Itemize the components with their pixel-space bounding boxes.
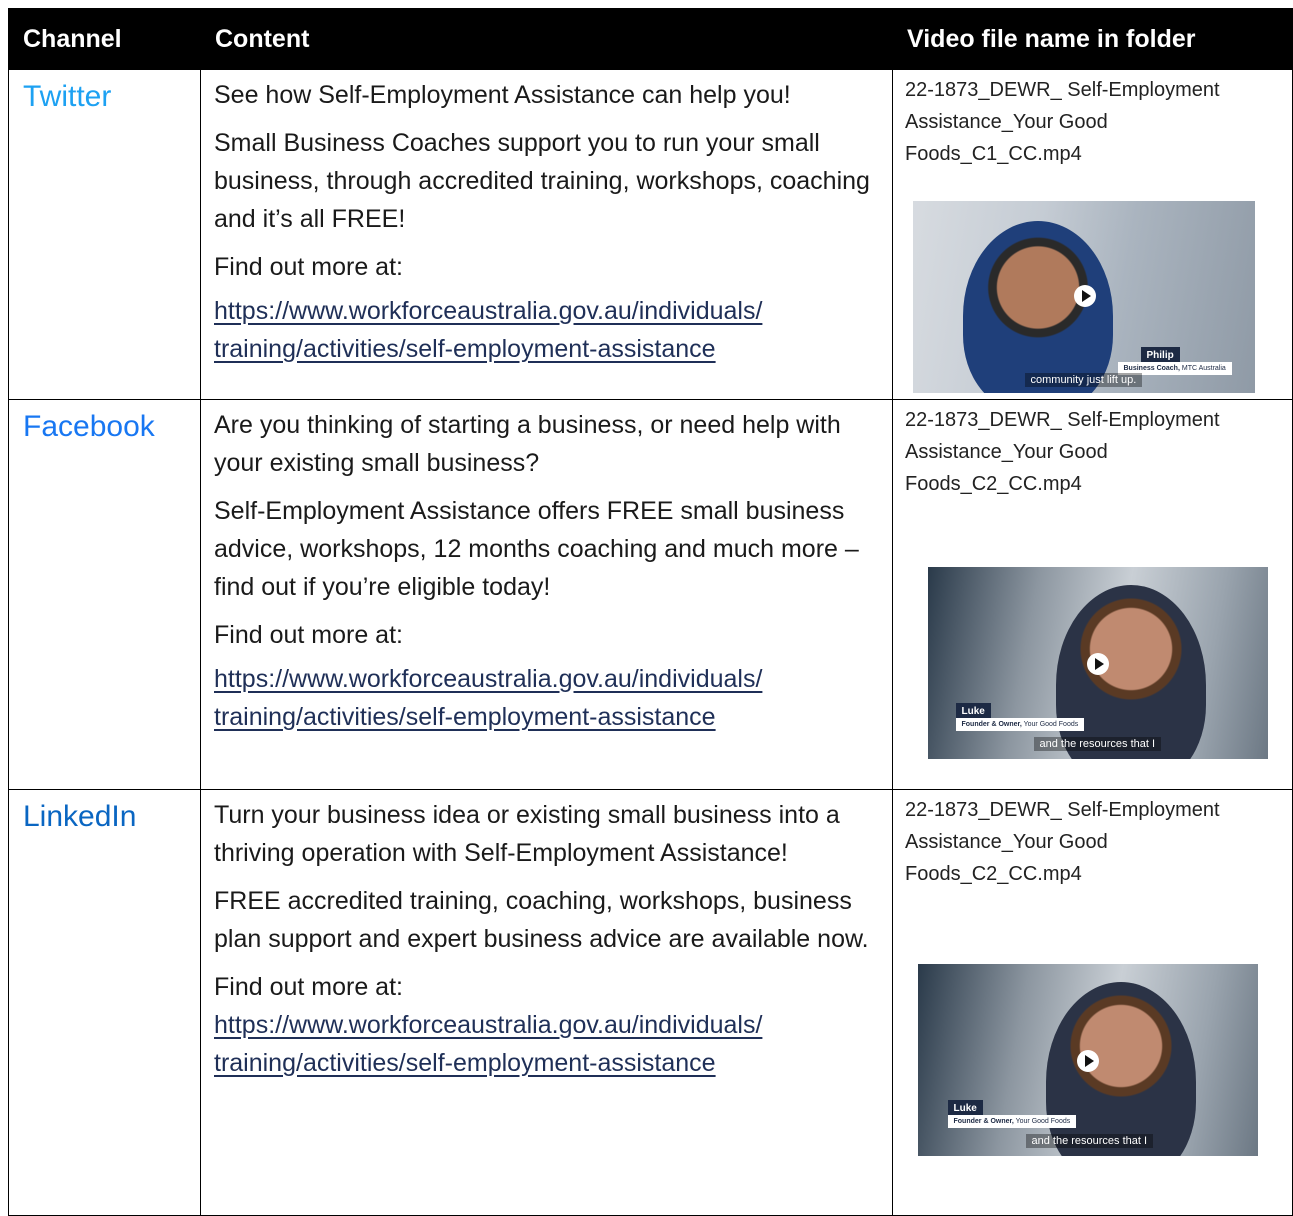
video-thumbnail[interactable]: Luke Founder & Owner, Your Good Foods an… [917, 963, 1258, 1156]
speaker-role-bold: Founder & Owner, [961, 720, 1022, 728]
video-thumbnail[interactable]: Luke Founder & Owner, Your Good Foods an… [927, 566, 1268, 759]
play-icon[interactable] [1073, 284, 1096, 307]
content-cell: See how Self-Employment Assistance can h… [200, 69, 893, 400]
channel-cell: Facebook [8, 399, 201, 790]
file-cell: 22-1873_DEWR_ Self-Employment Assistance… [892, 69, 1293, 400]
info-link-line1: https://www.workforceaustralia.gov.au/in… [214, 665, 763, 693]
content-paragraph: Are you thinking of starting a business,… [214, 411, 841, 477]
content-paragraph: FREE accredited training, coaching, work… [214, 887, 869, 953]
video-caption: and the resources that I [1033, 736, 1162, 751]
header-file: Video file name in folder [892, 8, 1293, 70]
file-cell: 22-1873_DEWR_ Self-Employment Assistance… [892, 789, 1293, 1216]
speaker-role-rest: Your Good Foods [1021, 720, 1079, 728]
table-row: Facebook Are you thinking of starting a … [8, 399, 1293, 790]
speaker-role-bold: Business Coach, [1123, 364, 1180, 372]
content-paragraph: Find out more at: [214, 973, 403, 1001]
content-paragraph: Find out more at: [214, 253, 403, 281]
channel-cell: LinkedIn [8, 789, 201, 1216]
info-link[interactable]: https://www.workforceaustralia.gov.au/in… [214, 1011, 762, 1077]
content-paragraph: Find out more at: [214, 621, 403, 649]
table-row: Twitter See how Self-Employment Assistan… [8, 69, 1293, 400]
info-link-line2: training/activities/self-employment-assi… [214, 703, 716, 731]
video-file-name: 22-1873_DEWR_ Self-Employment Assistance… [905, 799, 1220, 885]
speaker-role-tag: Founder & Owner, Your Good Foods [947, 1114, 1077, 1128]
social-media-content-table: Channel Content Video file name in folde… [8, 8, 1293, 1216]
file-cell: 22-1873_DEWR_ Self-Employment Assistance… [892, 399, 1293, 790]
video-file-name: 22-1873_DEWR_ Self-Employment Assistance… [905, 409, 1220, 495]
header-content: Content [200, 8, 893, 70]
header-channel: Channel [8, 8, 201, 70]
content-cell: Are you thinking of starting a business,… [200, 399, 893, 790]
play-icon[interactable] [1086, 652, 1109, 675]
channel-name-facebook: Facebook [23, 410, 155, 443]
info-link[interactable]: https://www.workforceaustralia.gov.au/in… [214, 297, 762, 363]
table-row: LinkedIn Turn your business idea or exis… [8, 789, 1293, 1216]
video-file-name: 22-1873_DEWR_ Self-Employment Assistance… [905, 79, 1220, 165]
speaker-role-tag: Founder & Owner, Your Good Foods [955, 717, 1085, 731]
content-paragraph: See how Self-Employment Assistance can h… [214, 81, 791, 109]
speaker-role-bold: Founder & Owner, [953, 1117, 1014, 1125]
play-icon[interactable] [1076, 1049, 1099, 1072]
header-row: Channel Content Video file name in folde… [8, 8, 1293, 70]
video-caption: community just lift up. [1024, 372, 1143, 387]
speaker-role-rest: Your Good Foods [1013, 1117, 1071, 1125]
speaker-role-rest: MTC Australia [1179, 364, 1226, 372]
content-paragraph: Small Business Coaches support you to ru… [214, 129, 870, 233]
video-caption: and the resources that I [1025, 1133, 1154, 1148]
info-link-line1: https://www.workforceaustralia.gov.au/in… [214, 297, 763, 325]
info-link[interactable]: https://www.workforceaustralia.gov.au/in… [214, 665, 762, 731]
info-link-line2: training/activities/self-employment-assi… [214, 1049, 716, 1077]
content-paragraph: Turn your business idea or existing smal… [214, 801, 840, 867]
content-cell: Turn your business idea or existing smal… [200, 789, 893, 1216]
video-thumbnail[interactable]: Philip Business Coach, MTC Australia com… [912, 200, 1255, 393]
info-link-line1: https://www.workforceaustralia.gov.au/in… [214, 1011, 763, 1039]
channel-cell: Twitter [8, 69, 201, 400]
info-link-line2: training/activities/self-employment-assi… [214, 335, 716, 363]
channel-name-twitter: Twitter [23, 80, 112, 113]
content-paragraph: Self-Employment Assistance offers FREE s… [214, 497, 859, 601]
channel-name-linkedin: LinkedIn [23, 800, 137, 833]
